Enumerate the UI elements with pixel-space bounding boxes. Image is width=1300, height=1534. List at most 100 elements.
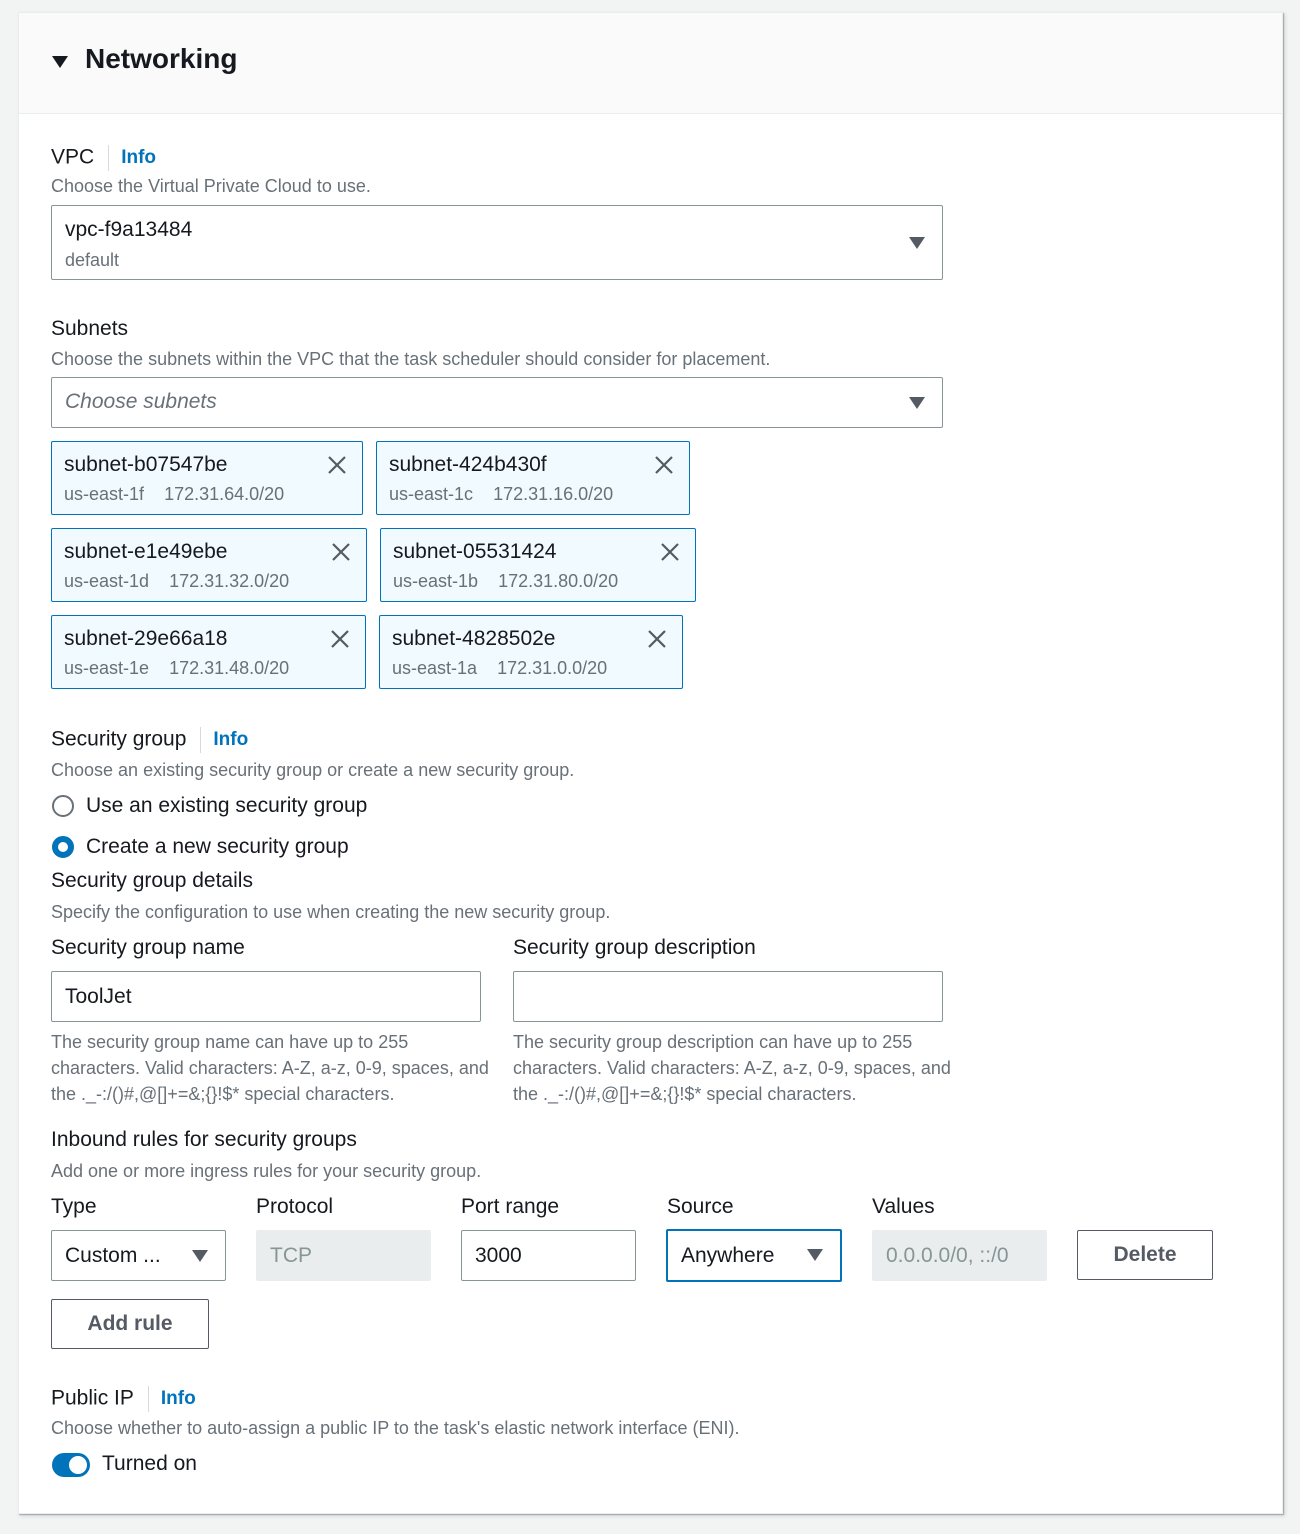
subnet-chip: subnet-4828502e us-east-1a 172.31.0.0/20 <box>379 615 683 689</box>
vpc-selected-tag: default <box>65 250 120 270</box>
rule-port-range-value: 3000 <box>475 1243 522 1267</box>
public-ip-label-row: Public IP Info <box>51 1386 196 1412</box>
security-group-description-label: Security group description <box>513 936 756 959</box>
column-values: Values <box>872 1195 935 1218</box>
security-group-info-link[interactable]: Info <box>213 729 248 750</box>
vpc-label: VPC <box>51 145 95 169</box>
vpc-label-row: VPC Info <box>51 145 156 171</box>
security-group-description: Choose an existing security group or cre… <box>51 760 575 780</box>
close-icon[interactable] <box>659 541 681 563</box>
caret-down-icon <box>807 1249 823 1261</box>
caret-down-icon <box>192 1250 208 1262</box>
close-icon[interactable] <box>329 628 351 650</box>
column-source: Source <box>667 1195 734 1218</box>
column-protocol: Protocol <box>256 1195 334 1218</box>
subnet-az: us-east-1d <box>64 571 150 591</box>
vpc-info-link[interactable]: Info <box>121 147 156 168</box>
info-divider <box>200 727 202 753</box>
caret-down-icon <box>909 237 925 249</box>
subnet-id: subnet-424b430f <box>389 453 547 476</box>
rule-protocol-field: TCP <box>256 1230 431 1281</box>
subnet-chip: subnet-424b430f us-east-1c 172.31.16.0/2… <box>376 441 690 515</box>
subnet-cidr: 172.31.64.0/20 <box>164 484 285 504</box>
rule-source-value: Anywhere <box>681 1243 775 1267</box>
security-group-description-input[interactable] <box>513 971 943 1022</box>
subnet-meta: us-east-1c 172.31.16.0/20 <box>389 484 613 505</box>
radio-new-security-group[interactable] <box>52 836 74 858</box>
rule-values-value: 0.0.0.0/0, ::/0 <box>886 1243 1009 1267</box>
inbound-rules-description: Add one or more ingress rules for your s… <box>51 1161 482 1181</box>
subnets-description: Choose the subnets within the VPC that t… <box>51 349 771 369</box>
subnet-id: subnet-4828502e <box>392 627 556 650</box>
subnet-meta: us-east-1d 172.31.32.0/20 <box>64 571 289 592</box>
rule-type-value: Custom ... <box>65 1243 161 1267</box>
inbound-rules-label: Inbound rules for security groups <box>51 1128 357 1151</box>
public-ip-toggle-label: Turned on <box>102 1452 197 1475</box>
subnet-cidr: 172.31.16.0/20 <box>493 484 614 504</box>
security-group-label: Security group <box>51 727 187 751</box>
security-group-details-label: Security group details <box>51 869 253 892</box>
security-group-name-label: Security group name <box>51 936 245 959</box>
subnet-id: subnet-e1e49ebe <box>64 540 228 563</box>
info-divider <box>147 1386 149 1412</box>
rule-port-range-input[interactable]: 3000 <box>461 1230 636 1281</box>
toggle-knob <box>69 1456 87 1474</box>
subnets-placeholder: Choose subnets <box>65 390 217 413</box>
column-port-range: Port range <box>461 1195 560 1218</box>
rule-type-select[interactable]: Custom ... <box>51 1230 226 1281</box>
public-ip-label: Public IP <box>51 1386 134 1410</box>
subnet-cidr: 172.31.48.0/20 <box>169 658 290 678</box>
subnet-id: subnet-29e66a18 <box>64 627 228 650</box>
rule-values-field: 0.0.0.0/0, ::/0 <box>872 1230 1047 1281</box>
close-icon[interactable] <box>326 454 348 476</box>
subnet-meta: us-east-1a 172.31.0.0/20 <box>392 658 607 679</box>
subnets-label: Subnets <box>51 317 129 340</box>
caret-down-icon <box>909 397 925 409</box>
radio-label-existing[interactable]: Use an existing security group <box>86 794 367 818</box>
subnet-chip: subnet-29e66a18 us-east-1e 172.31.48.0/2… <box>51 615 366 689</box>
public-ip-toggle[interactable] <box>52 1453 90 1477</box>
close-icon[interactable] <box>646 628 668 650</box>
subnet-az: us-east-1b <box>393 571 479 591</box>
subnet-meta: us-east-1b 172.31.80.0/20 <box>393 571 618 592</box>
subnet-id: subnet-b07547be <box>64 453 228 476</box>
subnet-az: us-east-1a <box>392 658 478 678</box>
delete-rule-button[interactable]: Delete <box>1077 1230 1213 1280</box>
vpc-description: Choose the Virtual Private Cloud to use. <box>51 176 371 196</box>
subnet-meta: us-east-1f 172.31.64.0/20 <box>64 484 284 505</box>
subnet-az: us-east-1f <box>64 484 145 504</box>
rule-protocol-value: TCP <box>270 1243 312 1267</box>
security-group-label-row: Security group Info <box>51 727 248 753</box>
subnet-cidr: 172.31.32.0/20 <box>169 571 290 591</box>
subnet-id: subnet-05531424 <box>393 540 557 563</box>
subnet-meta: us-east-1e 172.31.48.0/20 <box>64 658 289 679</box>
subnet-az: us-east-1c <box>389 484 474 504</box>
rule-source-select[interactable]: Anywhere <box>666 1229 842 1282</box>
radio-existing-security-group[interactable] <box>52 795 74 817</box>
subnet-chip: subnet-05531424 us-east-1b 172.31.80.0/2… <box>380 528 696 602</box>
subnet-cidr: 172.31.0.0/20 <box>497 658 608 678</box>
close-icon[interactable] <box>653 454 675 476</box>
subnet-chip: subnet-b07547be us-east-1f 172.31.64.0/2… <box>51 441 363 515</box>
subnets-select[interactable]: Choose subnets <box>51 377 943 428</box>
column-type: Type <box>51 1195 97 1218</box>
panel-title: Networking <box>85 43 238 74</box>
subnet-chip: subnet-e1e49ebe us-east-1d 172.31.32.0/2… <box>51 528 367 602</box>
security-group-name-input[interactable]: ToolJet <box>51 971 481 1022</box>
security-group-name-hint: The security group name can have up to 2… <box>51 1032 489 1104</box>
info-divider <box>108 145 110 171</box>
security-group-details-description: Specify the configuration to use when cr… <box>51 902 611 922</box>
networking-panel: Networking VPC Info Choose the Virtual Pr… <box>18 12 1283 1514</box>
radio-label-new[interactable]: Create a new security group <box>86 835 349 859</box>
add-rule-button[interactable]: Add rule <box>51 1299 209 1349</box>
subnet-az: us-east-1e <box>64 658 150 678</box>
public-ip-description: Choose whether to auto-assign a public I… <box>51 1418 740 1438</box>
close-icon[interactable] <box>330 541 352 563</box>
caret-down-icon[interactable] <box>52 56 68 68</box>
public-ip-info-link[interactable]: Info <box>161 1388 196 1409</box>
security-group-name-value: ToolJet <box>65 984 132 1008</box>
subnet-cidr: 172.31.80.0/20 <box>498 571 619 591</box>
panel-header[interactable]: Networking <box>19 13 1282 114</box>
vpc-select[interactable]: vpc-f9a13484 default <box>51 205 943 280</box>
vpc-selected-value: vpc-f9a13484 <box>65 218 193 241</box>
